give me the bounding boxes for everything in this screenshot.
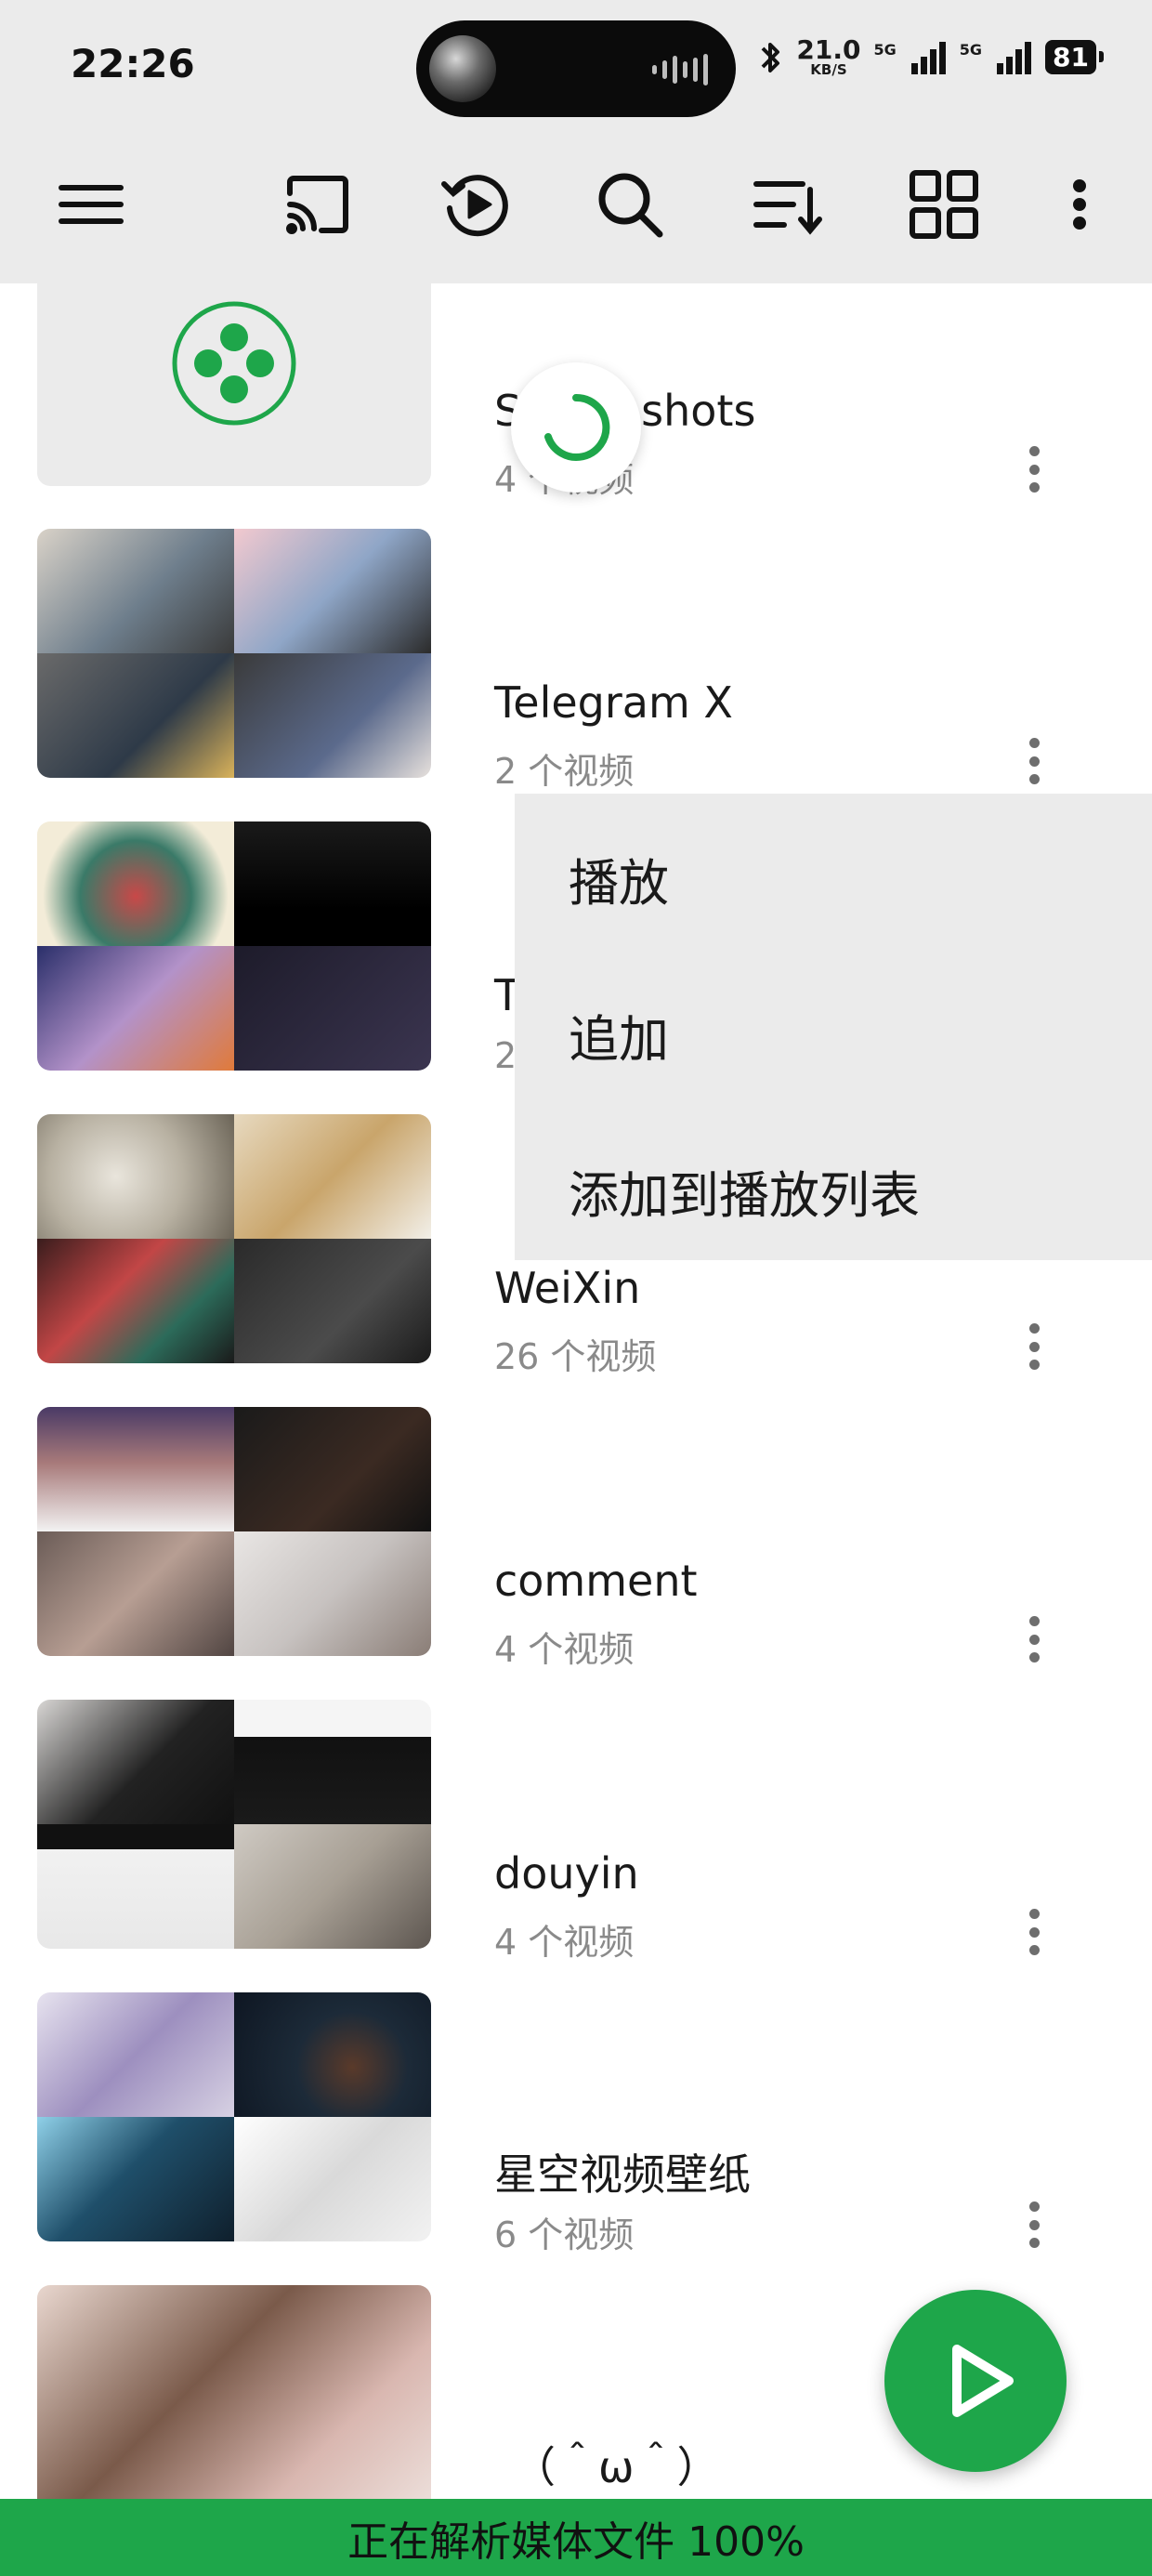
folder-video-count: 26 个视频 [494,1336,657,1377]
signal-icon-2 [997,41,1032,74]
loading-spinner [511,362,641,493]
battery-indicator: 81 [1045,40,1104,74]
more-icon[interactable] [1044,167,1109,242]
network-speed-unit: KB/S [810,61,847,78]
folder-thumbnail [37,1114,431,1363]
play-icon [952,2345,1014,2417]
list-item[interactable]: 星空视频壁纸 6 个视频 [0,1992,1152,2271]
folder-more-icon[interactable] [1015,437,1054,502]
folder-more-icon[interactable] [1015,1314,1054,1379]
folder-thumbnail [37,1407,431,1656]
folder-title: Telegram X [494,677,733,728]
menu-item-play[interactable]: 播放 [569,842,669,915]
list-item[interactable]: comment 4 个视频 [0,1407,1152,1686]
audio-wave-icon [652,54,708,85]
media-scan-status-text: 正在解析媒体文件 100% [347,2517,805,2566]
folder-thumbnail [37,283,431,486]
cast-icon[interactable] [281,167,355,242]
signal-type-1: 5G [873,41,897,59]
menu-item-add-to-playlist[interactable]: 添加到播放列表 [569,1154,920,1228]
signal-type-2: 5G [959,41,983,59]
signal-icon-1 [910,41,946,74]
app-logo-icon [172,301,296,426]
play-fab-button[interactable] [884,2290,1067,2472]
folder-title: 星空视频壁纸 [494,2149,751,2200]
folder-thumbnail [37,821,431,1071]
status-icons: 21.0 KB/S 5G 5G 81 [757,37,1104,77]
list-item[interactable]: Telegram X 2 个视频 [0,529,1152,808]
menu-item-append[interactable]: 追加 [569,998,669,1071]
folder-thumbnail [37,1700,431,1949]
folder-video-count: 6 个视频 [494,2215,635,2255]
folder-more-icon[interactable] [1015,1607,1054,1672]
folder-thumbnail [37,1992,431,2241]
top-bar: 22:26 21.0 KB/S 5G 5G 81 [0,0,1152,283]
folder-video-count: 2 [494,1035,517,1076]
network-speed-value: 21.0 [796,34,861,65]
folder-title: comment [494,1556,698,1606]
folder-title: （＾ω＾） [513,2442,720,2492]
dynamic-island[interactable] [416,20,736,117]
bluetooth-icon [761,42,780,72]
folder-video-count: 4 个视频 [494,1922,635,1963]
network-speed: 21.0 KB/S [796,37,860,77]
media-scan-status-bar: 正在解析媒体文件 100% [0,2499,1152,2576]
history-icon[interactable] [439,167,513,242]
status-time: 22:26 [71,41,195,86]
folder-more-icon[interactable] [1015,1899,1054,1965]
folder-video-count: 2 个视频 [494,751,635,792]
folder-title: douyin [494,1848,639,1899]
folder-more-icon[interactable] [1015,729,1054,794]
folder-thumbnail [37,529,431,778]
menu-icon[interactable] [54,167,128,242]
media-avatar [429,35,496,102]
list-item[interactable]: douyin 4 个视频 [0,1700,1152,1978]
search-icon[interactable] [593,167,667,242]
context-menu: 播放 追加 添加到播放列表 [515,794,1152,1260]
folder-thumbnail [37,2285,431,2499]
folder-video-count: 4 个视频 [494,1629,635,1670]
sort-icon[interactable] [751,167,825,242]
folder-title: WeiXin [494,1263,641,1313]
grid-view-icon[interactable] [907,167,981,242]
folder-more-icon[interactable] [1015,2192,1054,2257]
